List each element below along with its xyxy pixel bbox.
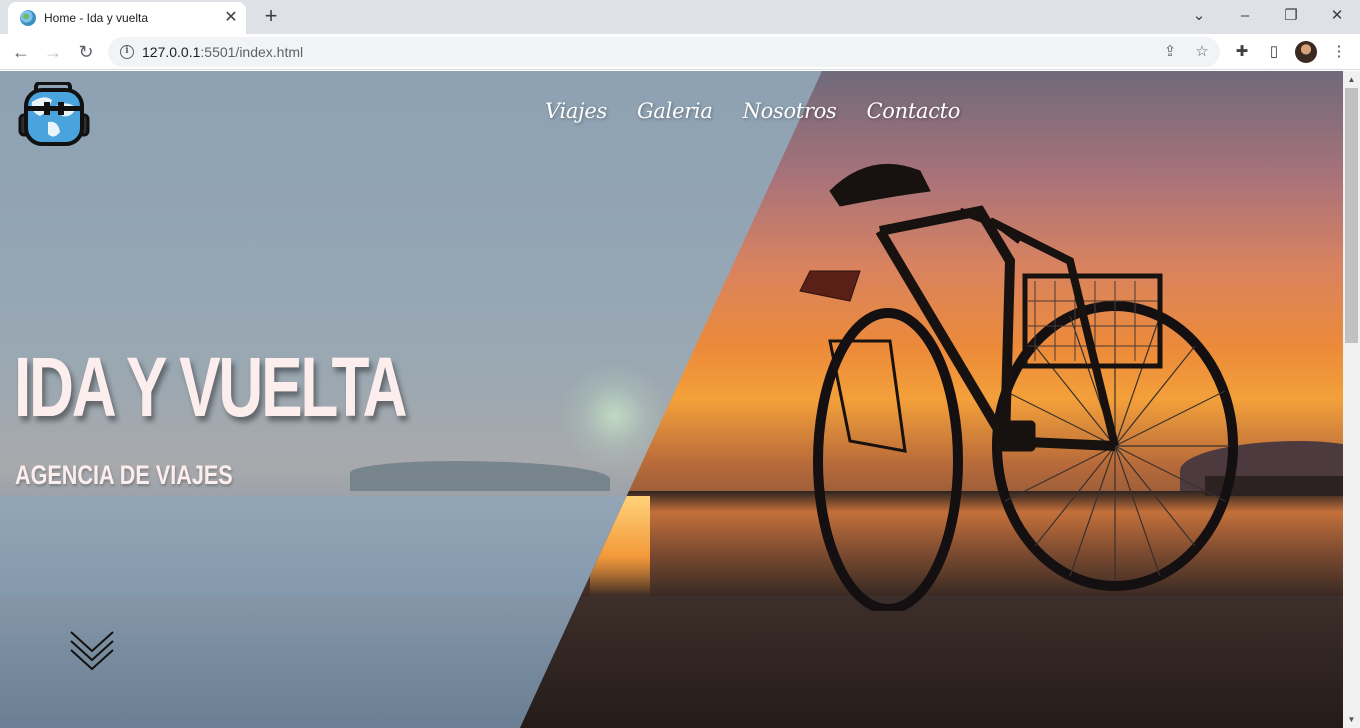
page-viewport: Viajes Galeria Nosotros Contacto IDA Y V… xyxy=(0,71,1343,728)
minimize-button[interactable]: – xyxy=(1232,4,1258,28)
profile-avatar[interactable] xyxy=(1295,41,1317,63)
tab-strip: Home - Ida y vuelta ✕ + ⌄ – ❐ ✕ xyxy=(0,0,1360,34)
close-window-button[interactable]: ✕ xyxy=(1324,4,1350,28)
bookmark-star-icon[interactable]: ☆ xyxy=(1192,42,1212,62)
url-text: 127.0.0.1:5501/index.html xyxy=(142,44,304,60)
tab-search-chevron-icon[interactable]: ⌄ xyxy=(1186,4,1212,28)
nav-link-galeria[interactable]: Galeria xyxy=(637,99,713,123)
scroll-down-arrow-icon[interactable]: ▼ xyxy=(1343,711,1360,728)
main-nav: Viajes Galeria Nosotros Contacto xyxy=(545,99,960,123)
browser-toolbar: ← → ↻ i 127.0.0.1:5501/index.html ⇪ ☆ ✚ … xyxy=(0,34,1360,70)
share-icon[interactable]: ⇪ xyxy=(1160,42,1180,62)
browser-tab[interactable]: Home - Ida y vuelta ✕ xyxy=(8,2,246,34)
scrollbar-thumb[interactable] xyxy=(1345,88,1358,343)
page-scrollbar[interactable]: ▲ ▼ xyxy=(1343,71,1360,728)
scroll-down-chevron-icon[interactable] xyxy=(68,627,116,675)
island-silhouette xyxy=(350,461,610,491)
hero-title: IDA Y VUELTA xyxy=(14,340,407,434)
globe-favicon-icon xyxy=(20,10,36,26)
nav-link-contacto[interactable]: Contacto xyxy=(867,99,961,123)
hero-subtitle: AGENCIA DE VIAJES xyxy=(15,460,233,490)
close-tab-icon[interactable]: ✕ xyxy=(222,9,240,27)
tab-title: Home - Ida y vuelta xyxy=(44,11,149,25)
forward-button[interactable]: → xyxy=(40,39,66,65)
scroll-up-arrow-icon[interactable]: ▲ xyxy=(1343,71,1360,88)
new-tab-button[interactable]: + xyxy=(259,5,283,29)
side-panel-icon[interactable]: ▯ xyxy=(1262,40,1286,64)
restore-button[interactable]: ❐ xyxy=(1278,4,1304,28)
nav-link-viajes[interactable]: Viajes xyxy=(545,99,607,123)
site-info-icon[interactable]: i xyxy=(120,45,134,59)
back-button[interactable]: ← xyxy=(8,39,34,65)
extensions-puzzle-icon[interactable]: ✚ xyxy=(1230,40,1254,64)
menu-kebab-icon[interactable]: ⋮ xyxy=(1327,40,1351,64)
nav-link-nosotros[interactable]: Nosotros xyxy=(743,99,837,123)
backpack-globe-logo[interactable] xyxy=(18,82,90,146)
reload-button[interactable]: ↻ xyxy=(73,39,99,65)
address-bar[interactable]: i 127.0.0.1:5501/index.html ⇪ ☆ xyxy=(108,37,1220,67)
bicycle-image xyxy=(799,163,1238,611)
